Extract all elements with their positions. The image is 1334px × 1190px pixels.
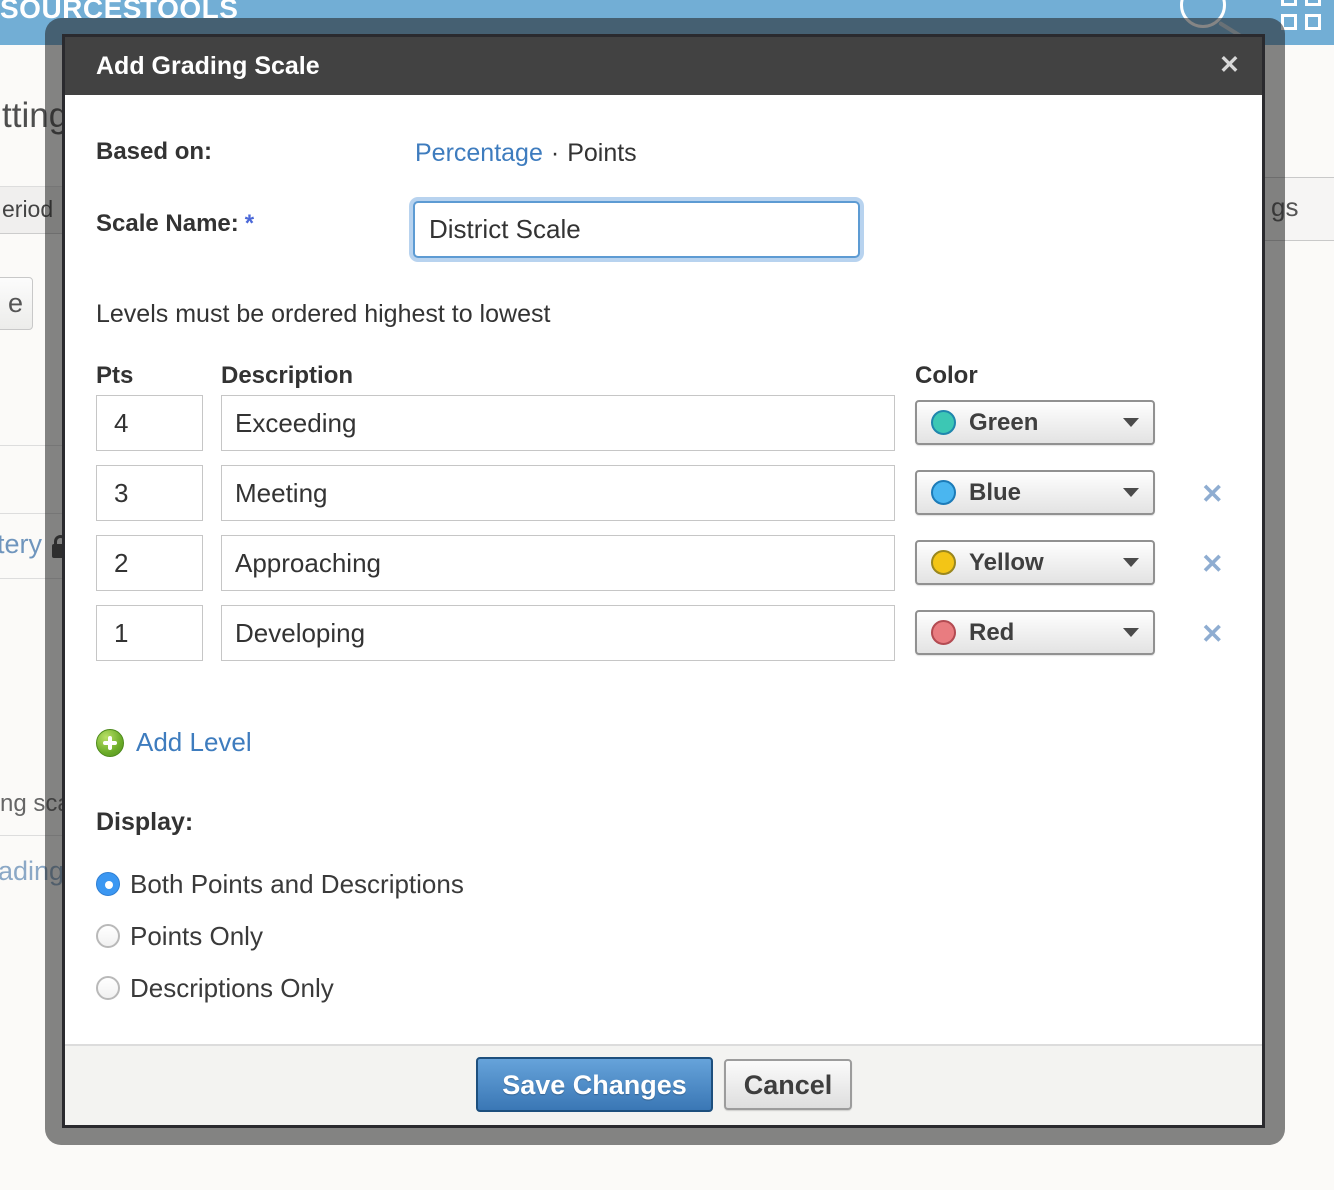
pts-header: Pts bbox=[96, 362, 133, 390]
chevron-down-icon bbox=[1123, 628, 1139, 637]
levels-order-note: Levels must be ordered highest to lowest bbox=[96, 300, 550, 329]
mastery-link-fragment[interactable]: tery bbox=[0, 529, 42, 560]
add-level-label: Add Level bbox=[136, 727, 252, 758]
radio-unselected-icon[interactable] bbox=[96, 924, 120, 948]
description-input[interactable] bbox=[221, 465, 895, 521]
display-label: Display: bbox=[96, 808, 193, 837]
chevron-down-icon bbox=[1123, 488, 1139, 497]
description-input[interactable] bbox=[221, 395, 895, 451]
scale-name-label: Scale Name:* bbox=[96, 210, 254, 238]
based-on-options: Percentage · Points bbox=[415, 139, 637, 168]
description-input[interactable] bbox=[221, 605, 895, 661]
close-icon[interactable]: ✕ bbox=[1213, 37, 1246, 95]
cancel-button[interactable]: Cancel bbox=[724, 1059, 852, 1110]
color-dropdown-value: Yellow bbox=[969, 549, 1110, 577]
radio-label: Descriptions Only bbox=[130, 973, 334, 1004]
add-plus-icon bbox=[96, 729, 124, 757]
apps-grid-icon[interactable] bbox=[1281, 0, 1321, 30]
dialog-footer: Save Changes Cancel bbox=[65, 1044, 1262, 1125]
pts-input[interactable] bbox=[96, 395, 203, 451]
radio-label: Both Points and Descriptions bbox=[130, 869, 464, 900]
separator-dot: · bbox=[551, 139, 559, 167]
color-dropdown[interactable]: Blue bbox=[915, 470, 1155, 515]
add-level-button[interactable]: Add Level bbox=[96, 727, 252, 758]
description-input[interactable] bbox=[221, 535, 895, 591]
color-swatch-red bbox=[931, 620, 956, 645]
radio-label: Points Only bbox=[130, 921, 263, 952]
remove-level-icon[interactable]: ✕ bbox=[1201, 549, 1224, 580]
based-on-label: Based on: bbox=[96, 138, 212, 166]
based-on-points-option[interactable]: Points bbox=[567, 139, 636, 167]
pts-input[interactable] bbox=[96, 605, 203, 661]
color-dropdown[interactable]: Yellow bbox=[915, 540, 1155, 585]
save-changes-button[interactable]: Save Changes bbox=[476, 1057, 713, 1112]
radio-both-points-descriptions[interactable]: Both Points and Descriptions bbox=[96, 866, 464, 902]
radio-descriptions-only[interactable]: Descriptions Only bbox=[96, 970, 334, 1006]
chevron-down-icon bbox=[1123, 558, 1139, 567]
required-asterisk: * bbox=[245, 210, 254, 237]
color-dropdown-value: Blue bbox=[969, 479, 1110, 507]
background-button-fragment[interactable]: e bbox=[0, 277, 33, 330]
color-dropdown[interactable]: Green bbox=[915, 400, 1155, 445]
add-grading-scale-dialog: Add Grading Scale ✕ Based on: Percentage… bbox=[62, 34, 1265, 1128]
radio-selected-icon[interactable] bbox=[96, 872, 120, 896]
description-header: Description bbox=[221, 362, 353, 390]
remove-level-icon[interactable]: ✕ bbox=[1201, 619, 1224, 650]
scale-name-input[interactable] bbox=[413, 201, 860, 258]
dialog-titlebar: Add Grading Scale ✕ bbox=[65, 37, 1262, 95]
radio-unselected-icon[interactable] bbox=[96, 976, 120, 1000]
color-header: Color bbox=[915, 362, 978, 390]
scale-name-label-text: Scale Name: bbox=[96, 210, 239, 237]
remove-level-icon[interactable]: ✕ bbox=[1201, 479, 1224, 510]
based-on-percentage-link[interactable]: Percentage bbox=[415, 139, 543, 167]
color-dropdown-value: Green bbox=[969, 409, 1110, 437]
color-dropdown-value: Red bbox=[969, 619, 1110, 647]
dialog-title: Add Grading Scale bbox=[96, 37, 320, 95]
color-swatch-yellow bbox=[931, 550, 956, 575]
color-swatch-green bbox=[931, 410, 956, 435]
radio-points-only[interactable]: Points Only bbox=[96, 918, 263, 954]
pts-input[interactable] bbox=[96, 535, 203, 591]
pts-input[interactable] bbox=[96, 465, 203, 521]
color-dropdown[interactable]: Red bbox=[915, 610, 1155, 655]
chevron-down-icon bbox=[1123, 418, 1139, 427]
color-swatch-blue bbox=[931, 480, 956, 505]
